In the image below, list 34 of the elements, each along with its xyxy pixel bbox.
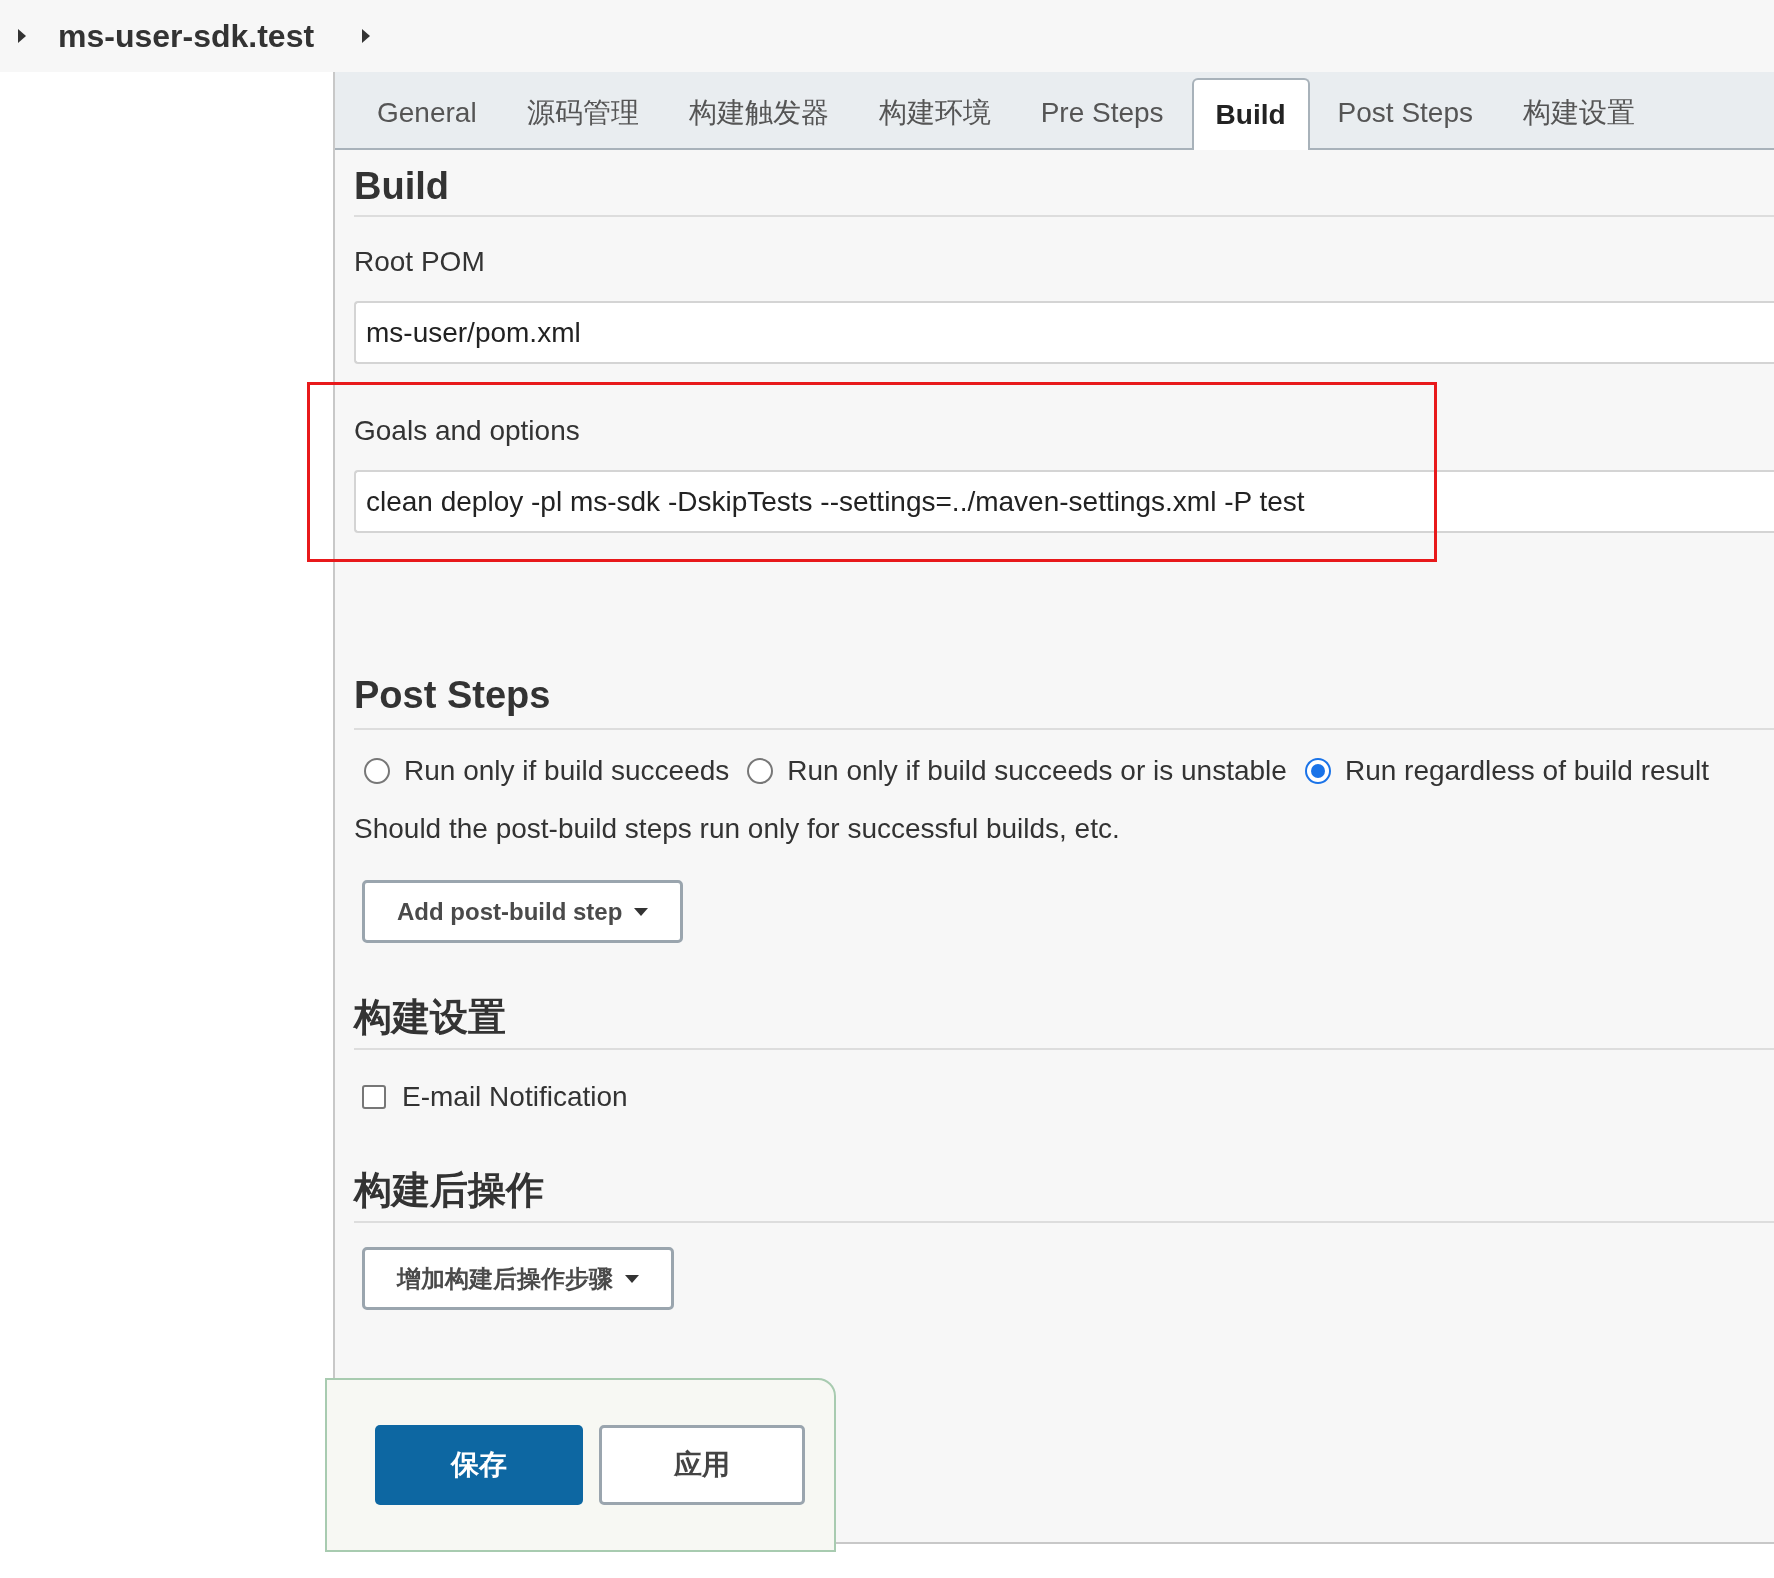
tab[interactable]: General: [355, 78, 499, 148]
field-label: Goals and options: [354, 414, 581, 448]
apply-button[interactable]: 应用: [599, 1425, 805, 1505]
caret-icon: [625, 1274, 639, 1283]
tab[interactable]: Build: [1191, 78, 1310, 150]
field-label: Root POM: [354, 245, 486, 279]
section-heading: 构建设置: [354, 996, 506, 1038]
input-field[interactable]: clean deploy -pl ms-sdk -DskipTests --settings=../maven-settings.xml -P test: [354, 470, 1774, 533]
tab[interactable]: 构建触发器: [666, 78, 851, 148]
chevron-right-icon[interactable]: [18, 29, 26, 43]
radio-button[interactable]: [364, 758, 390, 784]
section-heading: Post Steps: [354, 674, 551, 716]
radio-button[interactable]: [1304, 758, 1331, 784]
checkbox-label[interactable]: E-mail Notification: [402, 1076, 628, 1118]
tab[interactable]: Pre Steps: [1018, 78, 1186, 148]
radio-label[interactable]: Run only if build succeeds or is unstable: [787, 750, 1287, 792]
checkbox[interactable]: [362, 1085, 386, 1109]
tab[interactable]: 源码管理: [504, 78, 661, 148]
input-field[interactable]: ms-user/pom.xml: [354, 301, 1774, 364]
radio-label[interactable]: Run regardless of build result: [1344, 750, 1710, 792]
tab[interactable]: 构建环境: [856, 78, 1013, 148]
section-heading: Build: [354, 165, 449, 207]
add-post-build-step-button[interactable]: Add post-build step: [362, 880, 684, 943]
breadcrumb-title[interactable]: ms-user-sdk.test: [58, 12, 315, 60]
tab[interactable]: Post Steps: [1315, 78, 1495, 148]
radio-label[interactable]: Run only if build succeeds: [404, 750, 730, 792]
section-heading: 构建后操作: [354, 1169, 544, 1211]
save-button[interactable]: 保存: [375, 1425, 583, 1505]
radio-button[interactable]: [747, 758, 774, 784]
add-post-build-action-button[interactable]: 增加构建后操作步骤: [362, 1247, 674, 1310]
tab[interactable]: 构建设置: [1501, 78, 1657, 148]
caret-icon: [634, 907, 649, 916]
chevron-right-icon[interactable]: [362, 29, 371, 43]
help-text: Should the post-build steps run only for successful builds, etc.: [354, 812, 1121, 846]
